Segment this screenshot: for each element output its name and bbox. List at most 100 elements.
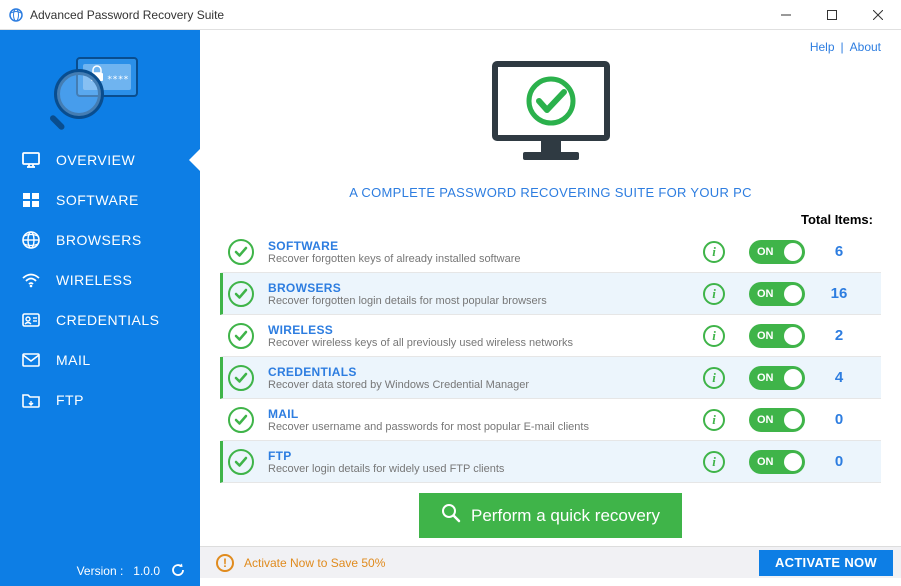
category-desc: Recover wireless keys of all previously … — [268, 337, 679, 349]
nav-list: OVERVIEW SOFTWARE BROWSERS WIRELESS CREDENTI… — [0, 140, 200, 556]
id-icon — [20, 309, 42, 331]
toggle-label: ON — [757, 372, 774, 384]
refresh-icon[interactable] — [170, 562, 186, 581]
category-list: SOFTWARERecover forgotten keys of alread… — [200, 231, 901, 483]
total-items-label: Total Items: — [200, 212, 901, 231]
content: Help | About A COMPLETE PASSWORD RECOVER… — [200, 30, 901, 586]
titlebar: Advanced Password Recovery Suite — [0, 0, 901, 30]
monitor-icon — [20, 149, 42, 171]
sidebar-item-label: MAIL — [56, 352, 91, 368]
category-row-wireless[interactable]: WIRELESSRecover wireless keys of all pre… — [220, 315, 881, 357]
check-icon — [228, 323, 254, 349]
footer: ! Activate Now to Save 50% ACTIVATE NOW — [200, 546, 901, 578]
category-text: CREDENTIALSRecover data stored by Window… — [268, 365, 679, 391]
info-icon[interactable]: i — [703, 409, 725, 431]
category-count: 6 — [805, 243, 873, 260]
sidebar-item-ftp[interactable]: FTP — [0, 380, 200, 420]
toggle-switch[interactable]: ON — [749, 408, 805, 432]
check-icon — [228, 365, 254, 391]
category-count: 0 — [805, 453, 873, 470]
app-icon — [8, 7, 24, 23]
sidebar-item-label: BROWSERS — [56, 232, 142, 248]
toggle-switch[interactable]: ON — [749, 366, 805, 390]
promo-link[interactable]: Activate Now to Save 50% — [244, 556, 759, 570]
window-controls — [763, 0, 901, 30]
category-text: MAILRecover username and passwords for m… — [268, 407, 679, 433]
category-count: 2 — [805, 327, 873, 344]
version-bar: Version : 1.0.0 — [0, 556, 200, 586]
toggle-label: ON — [757, 456, 774, 468]
hero: A COMPLETE PASSWORD RECOVERING SUITE FOR… — [200, 58, 901, 212]
category-desc: Recover username and passwords for most … — [268, 421, 679, 433]
window-title: Advanced Password Recovery Suite — [30, 8, 763, 22]
sidebar-item-label: CREDENTIALS — [56, 312, 160, 328]
category-title: MAIL — [268, 407, 679, 421]
check-icon — [228, 281, 254, 307]
header-links: Help | About — [200, 30, 901, 58]
category-title: BROWSERS — [268, 281, 679, 295]
wifi-icon — [20, 269, 42, 291]
sidebar-item-label: SOFTWARE — [56, 192, 139, 208]
toggle-label: ON — [757, 414, 774, 426]
info-icon[interactable]: i — [703, 241, 725, 263]
toggle-switch[interactable]: ON — [749, 324, 805, 348]
svg-text:****: **** — [107, 75, 129, 85]
category-desc: Recover forgotten keys of already instal… — [268, 253, 679, 265]
perform-recovery-button[interactable]: Perform a quick recovery — [419, 493, 682, 538]
category-row-browsers[interactable]: BROWSERSRecover forgotten login details … — [220, 273, 881, 315]
close-button[interactable] — [855, 0, 901, 30]
hero-tagline: A COMPLETE PASSWORD RECOVERING SUITE FOR… — [349, 185, 752, 200]
toggle-switch[interactable]: ON — [749, 282, 805, 306]
category-row-ftp[interactable]: FTPRecover login details for widely used… — [220, 441, 881, 483]
link-divider: | — [841, 40, 844, 54]
info-icon[interactable]: i — [703, 367, 725, 389]
category-count: 4 — [805, 369, 873, 386]
sidebar-item-label: OVERVIEW — [56, 152, 135, 168]
sidebar-item-label: FTP — [56, 392, 84, 408]
mail-icon — [20, 349, 42, 371]
folder-icon — [20, 389, 42, 411]
category-title: CREDENTIALS — [268, 365, 679, 379]
sidebar-item-overview[interactable]: OVERVIEW — [0, 140, 200, 180]
sidebar: **** OVERVIEW SOFTWARE BROWSERS WIRELESS CRE… — [0, 30, 200, 586]
category-row-credentials[interactable]: CREDENTIALSRecover data stored by Window… — [220, 357, 881, 399]
toggle-label: ON — [757, 246, 774, 258]
info-icon[interactable]: i — [703, 325, 725, 347]
category-desc: Recover forgotten login details for most… — [268, 295, 679, 307]
category-desc: Recover data stored by Windows Credentia… — [268, 379, 679, 391]
windows-icon — [20, 189, 42, 211]
sidebar-item-browsers[interactable]: BROWSERS — [0, 220, 200, 260]
category-text: FTPRecover login details for widely used… — [268, 449, 679, 475]
toggle-switch[interactable]: ON — [749, 240, 805, 264]
search-icon — [441, 503, 461, 528]
check-icon — [228, 239, 254, 265]
toggle-label: ON — [757, 330, 774, 342]
version-label: Version : — [77, 564, 124, 578]
sidebar-item-label: WIRELESS — [56, 272, 132, 288]
version-value: 1.0.0 — [133, 564, 160, 578]
toggle-label: ON — [757, 288, 774, 300]
category-count: 0 — [805, 411, 873, 428]
category-count: 16 — [805, 285, 873, 302]
info-icon[interactable]: i — [703, 283, 725, 305]
category-desc: Recover login details for widely used FT… — [268, 463, 679, 475]
minimize-button[interactable] — [763, 0, 809, 30]
activate-now-button[interactable]: ACTIVATE NOW — [759, 550, 893, 576]
sidebar-item-mail[interactable]: MAIL — [0, 340, 200, 380]
sidebar-item-credentials[interactable]: CREDENTIALS — [0, 300, 200, 340]
category-row-software[interactable]: SOFTWARERecover forgotten keys of alread… — [220, 231, 881, 273]
help-link[interactable]: Help — [810, 40, 835, 54]
category-title: SOFTWARE — [268, 239, 679, 253]
maximize-button[interactable] — [809, 0, 855, 30]
toggle-switch[interactable]: ON — [749, 450, 805, 474]
category-text: BROWSERSRecover forgotten login details … — [268, 281, 679, 307]
check-icon — [228, 449, 254, 475]
category-row-mail[interactable]: MAILRecover username and passwords for m… — [220, 399, 881, 441]
sidebar-item-software[interactable]: SOFTWARE — [0, 180, 200, 220]
sidebar-logo: **** — [0, 30, 200, 140]
info-icon[interactable]: i — [703, 451, 725, 473]
category-text: WIRELESSRecover wireless keys of all pre… — [268, 323, 679, 349]
about-link[interactable]: About — [850, 40, 881, 54]
sidebar-item-wireless[interactable]: WIRELESS — [0, 260, 200, 300]
warning-icon: ! — [216, 554, 234, 572]
